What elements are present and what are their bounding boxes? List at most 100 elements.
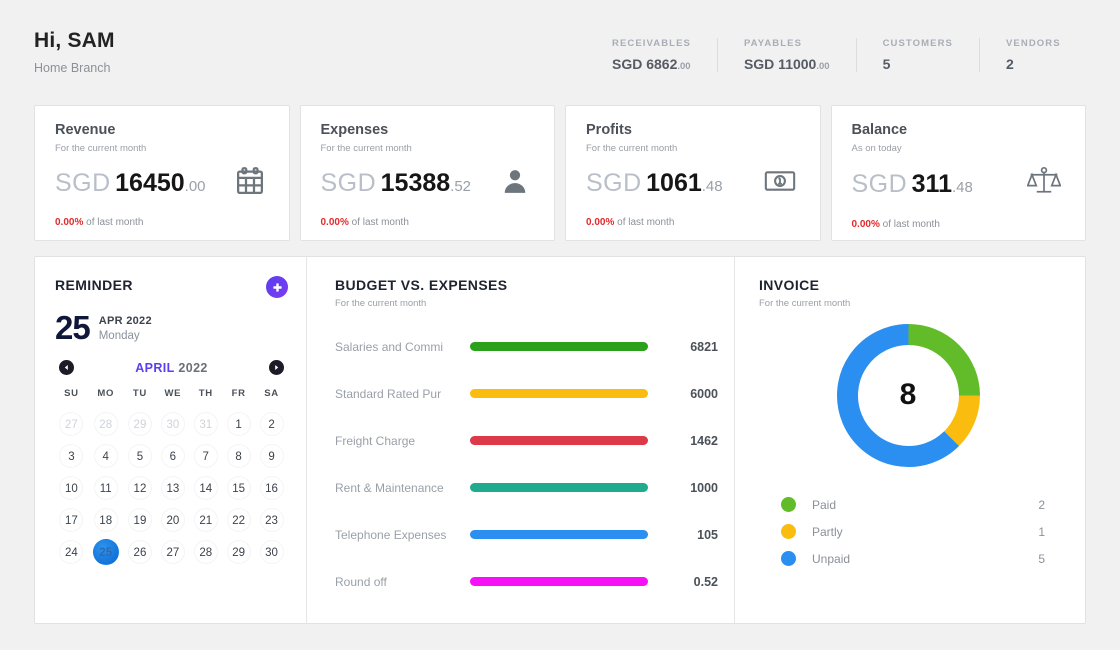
calendar-day[interactable]: 12 (127, 476, 152, 501)
calendar-day[interactable]: 13 (160, 476, 185, 501)
header-stat-label: PAYABLES (743, 38, 803, 49)
invoice-subtitle: For the current month (759, 298, 851, 309)
reminder-day-number: 25 (55, 309, 91, 346)
kpi-decimal: .52 (450, 178, 472, 195)
calendar-day[interactable]: 24 (59, 540, 84, 565)
kpi-card-revenue: Revenue For the current month SGD 16450.00… (34, 105, 290, 241)
person-icon (500, 166, 530, 201)
calendar-day[interactable]: 4 (93, 444, 118, 469)
calendar-day[interactable]: 1 (226, 412, 251, 437)
calendar-day[interactable]: 2 (259, 412, 284, 437)
kpi-amount: SGD 16450.00 (55, 171, 206, 196)
calendar-day[interactable]: 27 (160, 540, 185, 565)
donut-total-label: 8 (899, 378, 917, 411)
calendar-cell: 1 (222, 408, 255, 440)
calendar-day[interactable]: 29 (226, 540, 251, 565)
reminder-date: 25 APR 2022 Monday (55, 309, 288, 346)
budget-bar-track (470, 483, 660, 492)
calendar-cell: 29 (124, 408, 157, 440)
chevron-right-icon[interactable] (268, 360, 284, 376)
calendar-cell: 22 (222, 504, 255, 536)
calendar-day[interactable]: 30 (160, 412, 185, 437)
header-stat-payables: PAYABLES SGD 11000.00 (718, 38, 857, 72)
budget-bar-row: Rent & Maintenance 1000 (335, 464, 718, 511)
calendar-day[interactable]: 8 (226, 444, 251, 469)
budget-bar-value: 1462 (690, 433, 718, 448)
budget-bar-track (470, 342, 660, 351)
kpi-change-pct: 0.00% (851, 219, 880, 230)
calendar-day[interactable]: 18 (93, 508, 118, 533)
calendar-weekday-header-row: SU MO TU WE TH FR SA (55, 387, 288, 408)
kpi-integer: 311 (911, 170, 952, 198)
calendar-day[interactable]: 20 (160, 508, 185, 533)
calendar-day[interactable]: 21 (193, 508, 218, 533)
calendar-day[interactable]: 16 (259, 476, 284, 501)
calendar-cell: 20 (156, 504, 189, 536)
calendar-day[interactable]: 31 (193, 412, 218, 437)
invoice-legend-row: Partly 1 (781, 518, 1045, 545)
kpi-amount-row: SGD 15388.52 (321, 166, 535, 201)
calendar-day[interactable]: 17 (59, 508, 84, 533)
kpi-change-text: of last month (351, 217, 409, 228)
kpi-amount-row: SGD 16450.00 (55, 166, 269, 201)
calendar-cell: 28 (88, 408, 124, 440)
calendar-day[interactable]: 19 (127, 508, 152, 533)
calendar-day[interactable]: 14 (193, 476, 218, 501)
calendar-day[interactable]: 5 (127, 444, 152, 469)
kpi-title: Revenue (55, 122, 116, 138)
calendar-day[interactable]: 30 (259, 540, 284, 565)
calendar-weekday-fr: FR (231, 388, 246, 400)
page-title: Hi, SAM (34, 29, 115, 52)
calendar-day[interactable]: 15 (226, 476, 251, 501)
calendar-day-selected[interactable]: 25 (92, 539, 119, 566)
kpi-change-pct: 0.00% (320, 217, 349, 228)
calendar-day[interactable]: 3 (59, 444, 84, 469)
budget-bar-fill (470, 389, 648, 398)
legend-count: 2 (1038, 497, 1045, 512)
kpi-amount-row: SGD 1061.48 (586, 166, 800, 201)
greeting-block: Hi, SAM Home Branch (34, 22, 115, 75)
calendar-day[interactable]: 27 (59, 412, 84, 437)
calendar-icon (235, 166, 265, 201)
header-stat-amount: SGD 6862 (611, 56, 678, 72)
reminder-weekday: Monday (98, 330, 140, 342)
banknote-icon (764, 166, 796, 201)
calendar-day[interactable]: 26 (127, 540, 152, 565)
chevron-left-icon[interactable] (59, 360, 74, 376)
reminder-header: REMINDER (55, 276, 288, 298)
calendar-week-row: 10 11 12 13 14 15 16 (55, 472, 288, 504)
header-stat-customers: CUSTOMERS 5 (857, 38, 980, 72)
budget-bar-label: Telephone Expenses (335, 527, 447, 542)
calendar-cell: 27 (156, 536, 189, 568)
kpi-card-balance: Balance As on today SGD 311.48 0.00% of las… (830, 105, 1086, 241)
budget-bar-track (470, 436, 660, 445)
calendar-day[interactable]: 29 (127, 412, 152, 437)
budget-bar-fill (470, 342, 648, 351)
calendar-cell: 13 (156, 472, 189, 504)
calendar-day[interactable]: 22 (226, 508, 251, 533)
calendar-day[interactable]: 28 (193, 540, 218, 565)
kpi-change-text: of last month (882, 219, 940, 230)
calendar-cell: 10 (55, 472, 88, 504)
calendar-day[interactable]: 9 (259, 444, 284, 469)
calendar-week-row: 17 18 19 20 21 22 23 (55, 504, 288, 536)
kpi-decimal: .00 (184, 178, 206, 195)
calendar-day[interactable]: 11 (93, 476, 118, 501)
calendar-day[interactable]: 7 (193, 444, 218, 469)
header-stat-label: VENDORS (1006, 38, 1061, 49)
calendar-year: 2022 (178, 360, 208, 375)
kpi-subtitle: As on today (851, 143, 902, 154)
calendar-day[interactable]: 23 (259, 508, 284, 533)
calendar-day[interactable]: 28 (93, 412, 118, 437)
kpi-integer: 1061 (646, 169, 702, 197)
calendar-day[interactable]: 10 (59, 476, 84, 501)
kpi-amount: SGD 1061.48 (586, 171, 723, 196)
calendar-cell: 27 (55, 408, 88, 440)
page-header: Hi, SAM Home Branch RECEIVABLES SGD 6862.… (0, 0, 1120, 90)
kpi-currency: SGD (320, 169, 377, 197)
calendar-cell: 11 (88, 472, 124, 504)
header-stat-label: RECEIVABLES (611, 38, 691, 49)
calendar-nav: APRIL 2022 (55, 360, 288, 376)
plus-circle-icon[interactable] (266, 276, 288, 298)
calendar-day[interactable]: 6 (160, 444, 185, 469)
